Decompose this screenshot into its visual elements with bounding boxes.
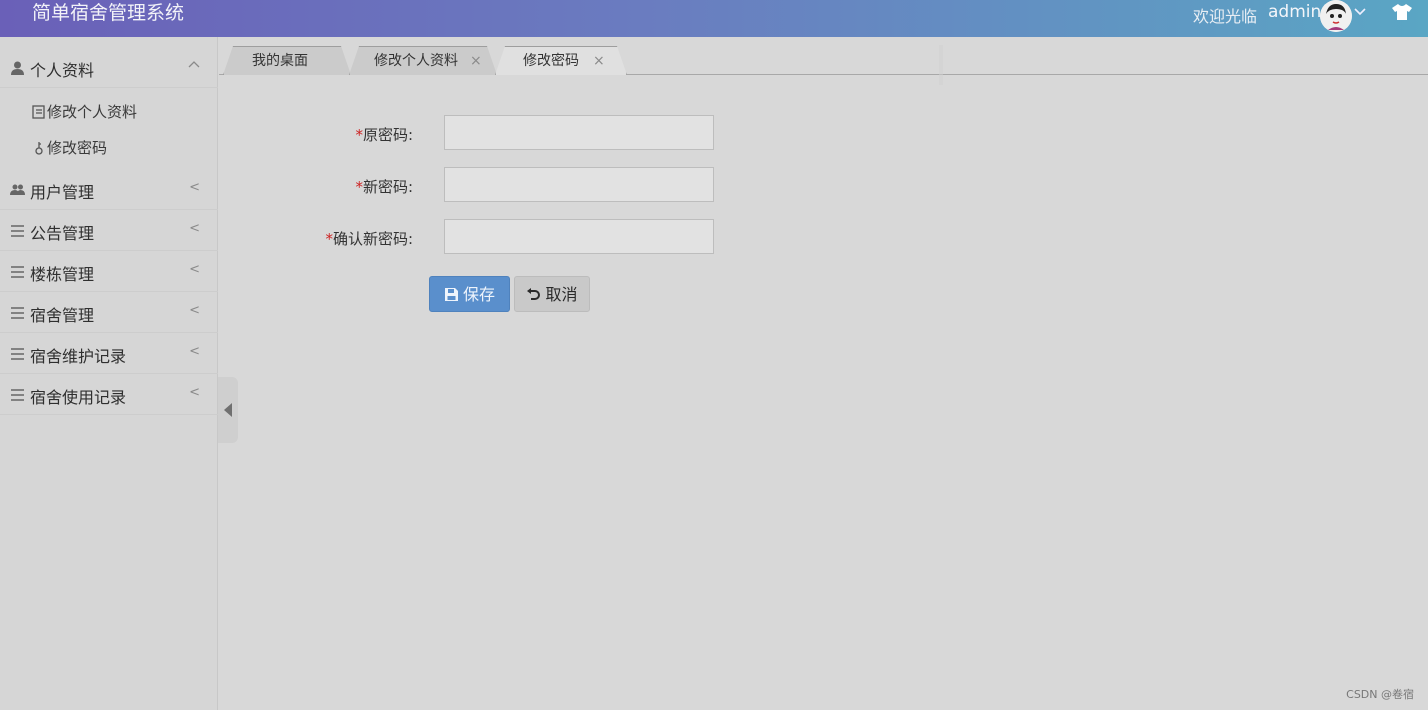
save-icon — [444, 279, 459, 301]
sidebar-group-maintenance[interactable]: 宿舍维护记录 < — [0, 333, 218, 374]
sidebar-item-change-password[interactable]: 修改密码 — [32, 137, 107, 158]
tab-label: 我的桌面 — [252, 53, 308, 69]
sidebar-item-label: 修改个人资料 — [47, 103, 138, 121]
tab-bar: 我的桌面 修改个人资料 × 修改密码 × — [219, 37, 1428, 75]
tab-edit-profile[interactable]: 修改个人资料 × — [349, 46, 497, 75]
tab-label: 修改个人资料 — [374, 53, 458, 69]
form-row-new-password: *新密码: — [219, 167, 819, 203]
cancel-button[interactable]: 取消 — [514, 276, 590, 312]
edit-icon — [32, 105, 46, 119]
shirt-icon[interactable] — [1392, 4, 1412, 20]
sidebar-group-label: 楼栋管理 — [30, 265, 95, 284]
chevron-left-icon: < — [189, 262, 200, 277]
old-password-input[interactable] — [444, 115, 714, 150]
sidebar-item-edit-profile[interactable]: 修改个人资料 — [32, 101, 137, 122]
form-row-old-password: *原密码: — [219, 115, 819, 151]
list-icon — [10, 264, 25, 278]
avatar[interactable] — [1320, 0, 1352, 32]
chevron-left-icon: < — [189, 344, 200, 359]
form-row-confirm-password: *确认新密码: — [219, 219, 819, 255]
chevron-left-icon: < — [189, 385, 200, 400]
old-password-label: *原密码: — [355, 126, 413, 144]
confirm-password-input[interactable] — [444, 219, 714, 254]
background-ghost — [939, 45, 943, 85]
list-icon — [10, 223, 25, 237]
sidebar-group-usage[interactable]: 宿舍使用记录 < — [0, 374, 218, 415]
save-button[interactable]: 保存 — [429, 276, 510, 312]
chevron-left-icon: < — [189, 303, 200, 318]
user-icon — [10, 60, 25, 75]
list-icon — [10, 387, 25, 401]
sidebar: 个人资料 修改个人资料 修改密码 用户管理 < 公告管理 < 楼栋管理 < 宿舍… — [0, 37, 218, 710]
chevron-up-icon — [188, 58, 200, 73]
users-icon — [10, 182, 25, 196]
save-button-label: 保存 — [462, 285, 495, 304]
close-icon[interactable]: × — [593, 47, 605, 75]
top-header: 简单宿舍管理系统 欢迎光临 admin — [0, 0, 1428, 37]
list-icon — [10, 346, 25, 360]
sidebar-group-label: 宿舍维护记录 — [30, 347, 127, 366]
chevron-down-icon[interactable] — [1354, 5, 1366, 21]
welcome-text: 欢迎光临 — [1193, 7, 1258, 26]
tab-desktop[interactable]: 我的桌面 — [223, 46, 351, 75]
list-icon — [10, 305, 25, 319]
undo-icon — [526, 279, 541, 300]
confirm-password-label: *确认新密码: — [325, 230, 413, 248]
sidebar-group-label: 宿舍管理 — [30, 306, 95, 325]
sidebar-group-users[interactable]: 用户管理 < — [0, 169, 218, 210]
tab-label: 修改密码 — [523, 53, 579, 69]
sidebar-item-label: 修改密码 — [47, 139, 108, 157]
sidebar-group-notices[interactable]: 公告管理 < — [0, 210, 218, 251]
chevron-left-icon: < — [189, 180, 200, 195]
sidebar-group-dorms[interactable]: 宿舍管理 < — [0, 292, 218, 333]
sidebar-group-label: 用户管理 — [30, 183, 95, 202]
sidebar-group-label: 宿舍使用记录 — [30, 388, 127, 407]
cancel-button-label: 取消 — [545, 285, 578, 304]
chevron-left-icon: < — [189, 221, 200, 236]
sidebar-group-label: 个人资料 — [30, 61, 95, 80]
sidebar-group-label: 公告管理 — [30, 224, 95, 243]
sidebar-group-buildings[interactable]: 楼栋管理 < — [0, 251, 218, 292]
new-password-input[interactable] — [444, 167, 714, 202]
sidebar-group-profile[interactable]: 个人资料 — [0, 47, 218, 88]
new-password-label: *新密码: — [355, 178, 413, 196]
change-password-form: *原密码: *新密码: *确认新密码: 保存 取消 — [219, 45, 1428, 710]
app-title: 简单宿舍管理系统 — [32, 2, 185, 24]
watermark: CSDN @卷宿 — [1346, 688, 1414, 701]
username-menu[interactable]: admin — [1268, 2, 1321, 22]
tab-change-password[interactable]: 修改密码 × — [495, 46, 627, 75]
key-icon — [32, 141, 46, 155]
close-icon[interactable]: × — [470, 47, 482, 75]
